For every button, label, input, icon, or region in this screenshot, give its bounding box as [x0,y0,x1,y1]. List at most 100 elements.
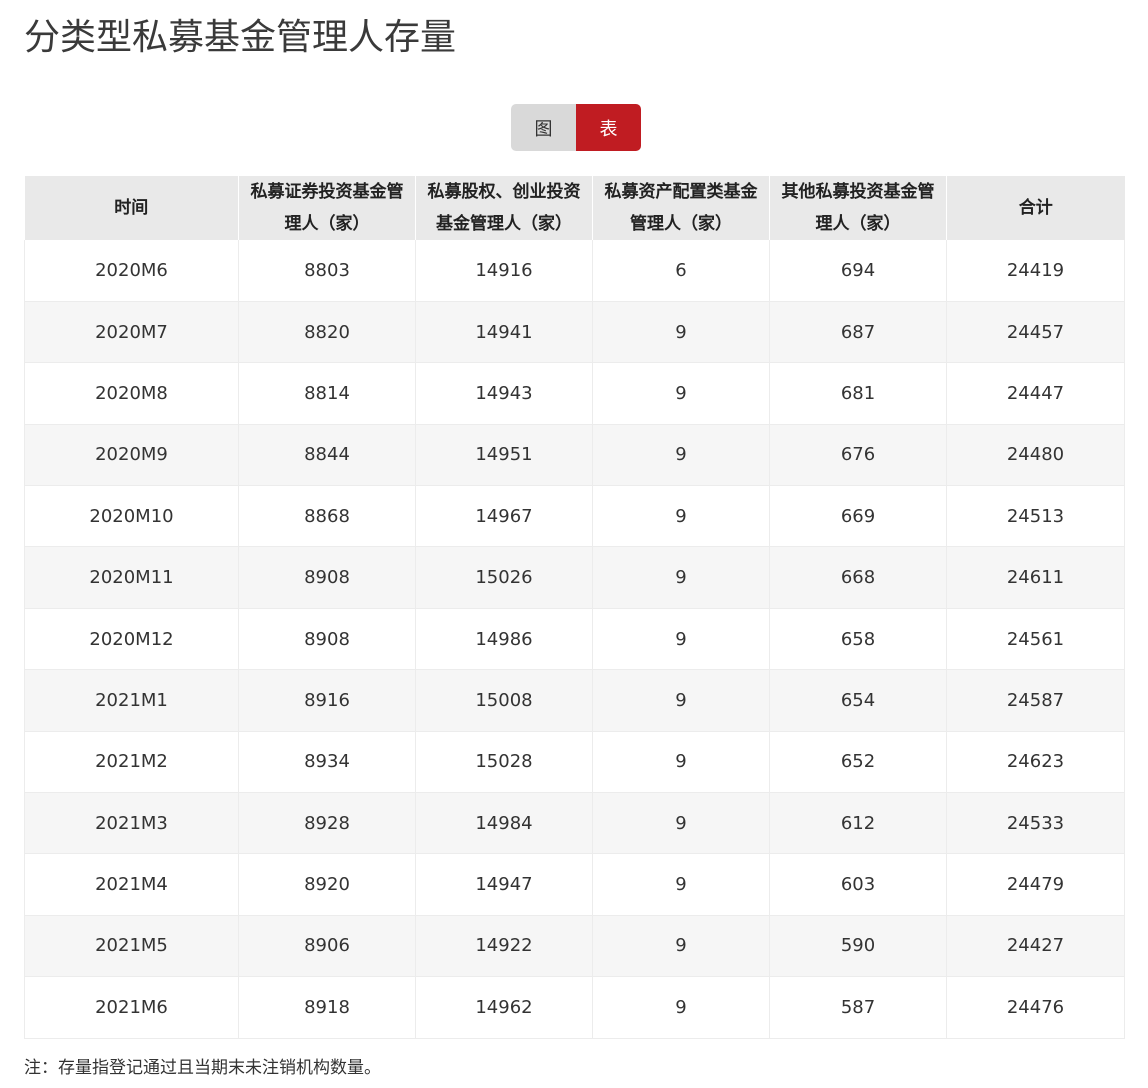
cell-total: 24419 [946,240,1125,302]
cell-total: 24479 [946,853,1125,916]
cell-total: 24447 [946,362,1125,425]
table-row: 2020M7 8820 14941 9 687 24457 [24,301,1125,364]
cell-securities: 8844 [238,424,416,487]
cell-equity-vc: 14916 [415,240,593,302]
cell-time: 2021M4 [24,853,239,916]
page-title: 分类型私募基金管理人存量 [24,17,457,58]
cell-asset-allocation: 9 [592,792,770,855]
cell-other: 668 [769,546,947,609]
cell-other: 603 [769,853,947,916]
cell-other: 590 [769,915,947,978]
cell-time: 2020M6 [24,240,239,302]
view-toggle: 图 表 [511,104,641,151]
cell-securities: 8906 [238,915,416,978]
header-other-managers: 其他私募投资基金管理人（家） [769,176,947,240]
cell-equity-vc: 14984 [415,792,593,855]
cell-time: 2021M6 [24,976,239,1039]
cell-total: 24561 [946,608,1125,671]
cell-equity-vc: 14967 [415,485,593,548]
cell-total: 24623 [946,731,1125,794]
table-row: 2020M8 8814 14943 9 681 24447 [24,362,1125,425]
chart-view-button[interactable]: 图 [511,104,576,151]
table-row: 2020M9 8844 14951 9 676 24480 [24,424,1125,487]
cell-other: 669 [769,485,947,548]
cell-total: 24611 [946,546,1125,609]
cell-time: 2020M7 [24,301,239,364]
cell-time: 2021M5 [24,915,239,978]
cell-other: 687 [769,301,947,364]
table-row: 2021M3 8928 14984 9 612 24533 [24,792,1125,855]
cell-equity-vc: 15008 [415,669,593,732]
cell-securities: 8920 [238,853,416,916]
cell-securities: 8918 [238,976,416,1039]
cell-securities: 8908 [238,546,416,609]
table-body: 2020M6 8803 14916 6 694 24419 2020M7 8820 14941 9… [24,240,1125,1039]
cell-asset-allocation: 9 [592,915,770,978]
cell-other: 654 [769,669,947,732]
cell-other: 681 [769,362,947,425]
cell-equity-vc: 14986 [415,608,593,671]
cell-time: 2020M11 [24,546,239,609]
table-row: 2020M11 8908 15026 9 668 24611 [24,546,1125,609]
table-header: 时间 私募证券投资基金管理人（家） 私募股权、创业投资基金管理人（家） 私募资产… [24,176,1125,240]
cell-asset-allocation: 9 [592,976,770,1039]
table-row: 2021M2 8934 15028 9 652 24623 [24,731,1125,794]
cell-total: 24476 [946,976,1125,1039]
cell-securities: 8820 [238,301,416,364]
header-equity-vc-managers: 私募股权、创业投资基金管理人（家） [415,176,593,240]
cell-asset-allocation: 9 [592,485,770,548]
cell-equity-vc: 15026 [415,546,593,609]
cell-other: 694 [769,240,947,302]
cell-securities: 8908 [238,608,416,671]
cell-asset-allocation: 6 [592,240,770,302]
cell-asset-allocation: 9 [592,853,770,916]
cell-asset-allocation: 9 [592,362,770,425]
cell-time: 2021M2 [24,731,239,794]
header-asset-allocation-managers: 私募资产配置类基金管理人（家） [592,176,770,240]
cell-securities: 8916 [238,669,416,732]
cell-securities: 8928 [238,792,416,855]
cell-total: 24457 [946,301,1125,364]
cell-other: 658 [769,608,947,671]
footnote: 注：存量指登记通过且当期末未注销机构数量。 [24,1058,381,1078]
data-table: 时间 私募证券投资基金管理人（家） 私募股权、创业投资基金管理人（家） 私募资产… [24,176,1125,1039]
table-row: 2021M5 8906 14922 9 590 24427 [24,915,1125,978]
cell-securities: 8814 [238,362,416,425]
table-row: 2021M6 8918 14962 9 587 24476 [24,976,1125,1039]
cell-equity-vc: 14947 [415,853,593,916]
cell-equity-vc: 14922 [415,915,593,978]
cell-other: 587 [769,976,947,1039]
table-view-button[interactable]: 表 [576,104,641,151]
table-row: 2020M12 8908 14986 9 658 24561 [24,608,1125,671]
cell-time: 2020M8 [24,362,239,425]
cell-equity-vc: 14943 [415,362,593,425]
cell-total: 24587 [946,669,1125,732]
cell-equity-vc: 15028 [415,731,593,794]
cell-equity-vc: 14962 [415,976,593,1039]
cell-time: 2020M12 [24,608,239,671]
cell-asset-allocation: 9 [592,669,770,732]
cell-asset-allocation: 9 [592,608,770,671]
cell-equity-vc: 14941 [415,301,593,364]
cell-total: 24513 [946,485,1125,548]
cell-time: 2021M1 [24,669,239,732]
cell-total: 24480 [946,424,1125,487]
cell-total: 24533 [946,792,1125,855]
cell-other: 612 [769,792,947,855]
cell-other: 676 [769,424,947,487]
cell-time: 2020M10 [24,485,239,548]
cell-equity-vc: 14951 [415,424,593,487]
table-row: 2020M10 8868 14967 9 669 24513 [24,485,1125,548]
table-row: 2021M1 8916 15008 9 654 24587 [24,669,1125,732]
cell-securities: 8868 [238,485,416,548]
cell-time: 2021M3 [24,792,239,855]
header-total: 合计 [946,176,1125,240]
header-row: 时间 私募证券投资基金管理人（家） 私募股权、创业投资基金管理人（家） 私募资产… [24,176,1125,240]
table-row: 2021M4 8920 14947 9 603 24479 [24,853,1125,916]
cell-securities: 8803 [238,240,416,302]
cell-other: 652 [769,731,947,794]
cell-asset-allocation: 9 [592,424,770,487]
cell-asset-allocation: 9 [592,546,770,609]
header-time: 时间 [24,176,239,240]
cell-total: 24427 [946,915,1125,978]
